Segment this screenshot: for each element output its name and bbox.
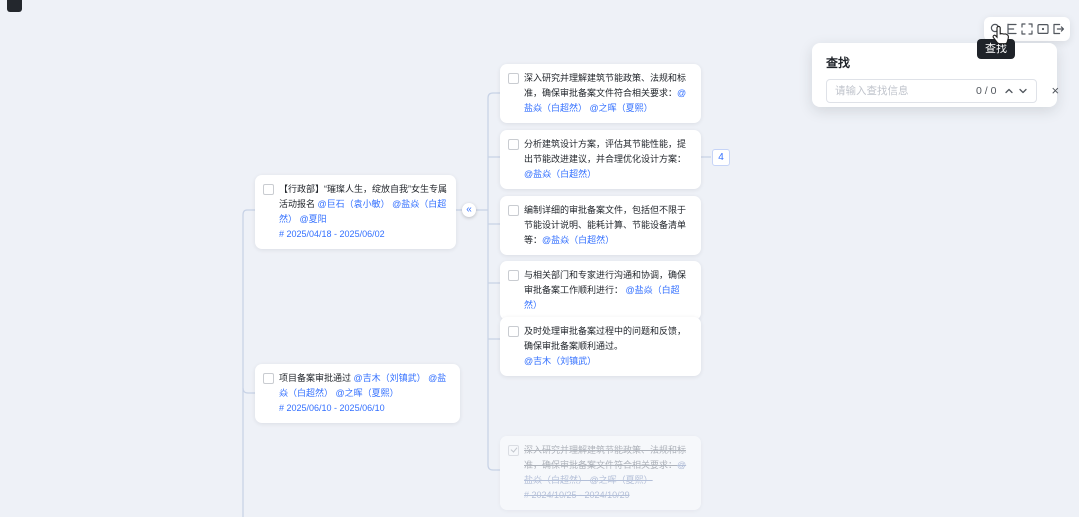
mindmap-node-communicate-coordinate[interactable]: 与相关部门和专家进行沟通和协调，确保审批备案工作顺利进行： @盐焱（白超然） <box>500 261 701 320</box>
corner-ui-fragment <box>7 0 22 12</box>
fullscreen-button[interactable] <box>1020 22 1034 36</box>
outline-icon <box>1005 22 1019 36</box>
mention-link[interactable]: @之晖（夏熙） <box>587 103 653 113</box>
mention-link[interactable]: @盐焱（白超然） <box>542 235 614 245</box>
find-result-counter: 0 / 0 <box>976 85 997 97</box>
mindmap-node-research-policy-done[interactable]: 深入研究并理解建筑节能政策、法规和标准，确保审批备案文件符合相关要求：@盐焱（白… <box>500 436 701 510</box>
mention-link[interactable]: @吉木（刘镇武） <box>524 356 596 366</box>
mention-link[interactable]: @夏阳 <box>297 214 327 224</box>
mindmap-node-analyze-design[interactable]: 分析建筑设计方案，评估其节能性能，提出节能改进建议，并合理优化设计方案： @盐焱（… <box>500 130 701 189</box>
node-body: 与相关部门和专家进行沟通和协调，确保审批备案工作顺利进行： @盐焱（白超然） <box>524 268 693 313</box>
find-input-box[interactable]: 0 / 0 <box>826 79 1038 103</box>
collapse-arrow-icon: « <box>466 204 472 215</box>
find-panel: 查找 0 / 0 × <box>812 43 1059 107</box>
mindmap-node-activity-signup[interactable]: 【行政部】“璀璨人生，绽放自我”女生专属活动报名 @巨石（袁小敏） @盐焱（白超… <box>255 175 456 249</box>
node-date-range: # 2025/06/10 - 2025/06/10 <box>279 403 385 413</box>
node-body: 深入研究并理解建筑节能政策、法规和标准，确保审批备案文件符合相关要求：@盐焱（白… <box>524 71 693 116</box>
exit-icon <box>1051 22 1065 36</box>
locate-button[interactable] <box>1036 22 1050 36</box>
node-text: 项目备案审批通过 <box>279 373 354 383</box>
chevron-up-icon <box>1005 88 1014 94</box>
node-text: 深入研究并理解建筑节能政策、法规和标准，确保审批备案文件符合相关要求： <box>524 73 687 98</box>
node-text: 及时处理审批备案过程中的问题和反馈，确保审批备案顺利通过。 <box>524 326 687 351</box>
find-previous-button[interactable] <box>1002 84 1016 98</box>
collapse-branch-toggle[interactable]: « <box>462 203 476 217</box>
mindmap-node-prepare-documents[interactable]: 编制详细的审批备案文件，包括但不限于节能设计说明、能耗计算、节能设备清单等：@盐… <box>500 196 701 255</box>
find-input[interactable] <box>833 84 972 98</box>
mention-link[interactable]: @巨石（袁小敏） <box>318 199 390 209</box>
node-body: 分析建筑设计方案，评估其节能性能，提出节能改进建议，并合理优化设计方案： @盐焱（… <box>524 137 693 182</box>
node-body: 及时处理审批备案过程中的问题和反馈，确保审批备案顺利通过。 @吉木（刘镇武） <box>524 324 693 369</box>
exit-button[interactable] <box>1051 22 1065 36</box>
search-icon <box>989 22 1003 36</box>
search-button[interactable] <box>989 22 1003 36</box>
node-body: 项目备案审批通过 @吉木（刘镇武） @盐焱（白超然） @之晖（夏熙） # 2025… <box>279 371 452 416</box>
node-checkbox[interactable] <box>263 373 274 384</box>
node-checkbox-checked[interactable] <box>508 445 519 456</box>
node-checkbox[interactable] <box>508 73 519 84</box>
find-next-button[interactable] <box>1016 84 1030 98</box>
mention-link[interactable]: @之晖（夏熙） <box>333 388 399 398</box>
node-date-range: # 2025/04/18 - 2025/06/02 <box>279 229 385 239</box>
node-body: 编制详细的审批备案文件，包括但不限于节能设计说明、能耗计算、节能设备清单等：@盐… <box>524 203 693 248</box>
node-checkbox[interactable] <box>508 139 519 150</box>
node-checkbox[interactable] <box>508 326 519 337</box>
mention-link[interactable]: @吉木（刘镇武） <box>354 373 426 383</box>
view-toolbar <box>984 17 1070 41</box>
collapsed-children-count-badge[interactable]: 4 <box>712 149 730 166</box>
fullscreen-icon <box>1020 22 1034 36</box>
node-text: 分析建筑设计方案，评估其节能性能，提出节能改进建议，并合理优化设计方案： <box>524 139 687 164</box>
mindmap-node-research-policy[interactable]: 深入研究并理解建筑节能政策、法规和标准，确保审批备案文件符合相关要求：@盐焱（白… <box>500 64 701 123</box>
node-checkbox[interactable] <box>263 184 274 195</box>
search-tooltip: 查找 <box>977 39 1015 59</box>
node-checkbox[interactable] <box>508 270 519 281</box>
locate-icon <box>1036 22 1050 36</box>
find-close-button[interactable]: × <box>1051 84 1059 98</box>
outline-button[interactable] <box>1005 22 1019 36</box>
node-body: 【行政部】“璀璨人生，绽放自我”女生专属活动报名 @巨石（袁小敏） @盐焱（白超… <box>279 182 448 242</box>
chevron-down-icon <box>1019 88 1028 94</box>
mindmap-node-project-approved[interactable]: 项目备案审批通过 @吉木（刘镇武） @盐焱（白超然） @之晖（夏熙） # 2025… <box>255 364 460 423</box>
search-tooltip-label: 查找 <box>985 43 1007 55</box>
node-body: 深入研究并理解建筑节能政策、法规和标准，确保审批备案文件符合相关要求：@盐焱（白… <box>524 443 693 503</box>
node-checkbox[interactable] <box>508 205 519 216</box>
node-text: 深入研究并理解建筑节能政策、法规和标准，确保审批备案文件符合相关要求： <box>524 445 687 470</box>
mention-link[interactable]: @之晖（夏熙） <box>587 475 653 485</box>
mention-link[interactable]: @盐焱（白超然） <box>524 169 596 179</box>
mindmap-node-handle-feedback[interactable]: 及时处理审批备案过程中的问题和反馈，确保审批备案顺利通过。 @吉木（刘镇武） <box>500 317 701 376</box>
node-date-range: # 2024/10/25 - 2024/10/29 <box>524 490 630 500</box>
